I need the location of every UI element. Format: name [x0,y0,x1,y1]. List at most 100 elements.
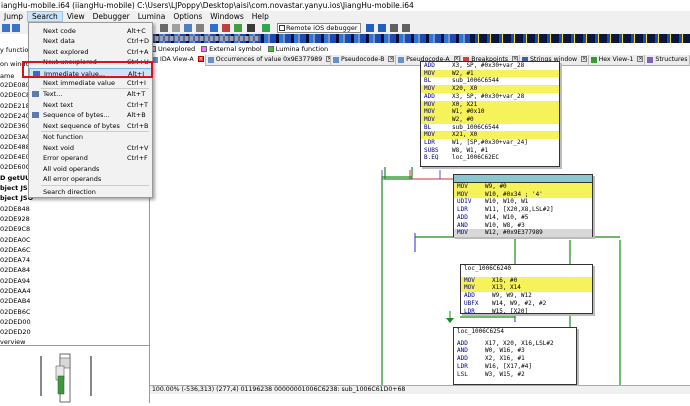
asm-line[interactable]: ADD X2, X16, #1 [454,355,576,363]
search-menu-item[interactable]: Search direction [29,187,152,197]
menu-view[interactable]: View [63,11,89,22]
function-list-item[interactable]: 02DEAA4 [0,287,31,295]
close-icon[interactable]: × [637,56,644,62]
asm-line[interactable]: MOV X21, X0 [421,131,559,140]
toolbar-tool-icon[interactable] [234,24,242,32]
graph-overview[interactable] [0,345,149,403]
function-list-item[interactable]: 02DE218 [0,102,30,110]
search-menu-item[interactable]: Next code Alt+C [29,26,152,36]
asm-line[interactable]: AND W0, W16, #3 [454,347,576,355]
forward-arrow-icon[interactable] [12,24,20,32]
back-arrow-icon[interactable] [2,24,10,32]
function-list-item[interactable]: 02DEAB4 [0,297,30,305]
function-list-item[interactable]: 02DE848 [0,205,30,213]
tab-hex-view[interactable]: Hex View-1 × [589,55,646,66]
toolbar-tool-icon[interactable] [402,24,410,32]
ida-graph-view[interactable]: ADD X3, SP, #0x30+var_28 MOV W2, #1 BL sub_10… [150,61,690,385]
close-icon[interactable]: × [581,56,588,62]
asm-line[interactable]: LDR W15, [X20] [461,308,592,316]
menu-search[interactable]: Search [27,11,63,22]
close-icon[interactable]: × [388,56,395,62]
function-list-item[interactable]: 02DE4E0 [0,153,30,161]
asm-line[interactable]: MOV W1, #0x10 [421,108,559,116]
function-name-column-header[interactable]: ame [0,72,14,80]
toolbar-tool-icon[interactable] [390,24,398,32]
search-menu-item[interactable]: Text... Alt+T [29,89,152,99]
asm-line[interactable]: ADD X3, SP, #0x30+var_28 [421,62,559,70]
asm-line[interactable]: MOV W9, #0 [454,183,592,191]
asm-line[interactable]: BL sub_1006C6544 [421,124,559,132]
function-list-item[interactable]: 02DEA74 [0,256,30,264]
asm-line[interactable]: MOV X16, #0 [461,276,592,285]
code-block[interactable]: ADD X3, SP, #0x30+var_28 MOV W2, #1 BL sub_10… [420,61,560,167]
function-list-item[interactable]: 02DE60C [0,163,30,171]
function-list-item[interactable]: 02DEA0C [0,236,31,244]
function-list-item[interactable]: 02DEA94 [0,277,30,285]
code-block[interactable]: MOV W9, #0 MOV W10, #0x34 ; '4' UDIV W10, W10… [453,174,593,237]
search-menu-item[interactable]: Sequence of bytes... Alt+B [29,110,152,120]
code-block[interactable]: loc_1006C6254 ADD X17, X20, X16,LSL#2 AND W0… [453,327,577,385]
function-list-item[interactable]: 02DE488 [0,143,30,151]
function-list-item[interactable]: 02DE360 [0,122,30,130]
search-menu-item[interactable]: Next immediate value Ctrl+I [29,78,152,88]
search-menu-item[interactable]: Next void Ctrl+V [29,143,152,153]
toolbar-tool-icon[interactable] [366,24,374,32]
toolbar-tool-icon[interactable] [247,24,255,32]
asm-line[interactable]: AND W10, W8, #3 [454,222,592,230]
search-menu-item[interactable]: Error operand Ctrl+F [29,153,152,163]
toolbar-tool-icon[interactable] [184,24,192,32]
asm-line[interactable]: ADD X17, X20, X16,LSL#2 [454,340,576,348]
code-block[interactable]: loc_1006C6240 MOV X16, #0 MOV X13, X14 ADD W9,… [460,264,593,316]
toolbar-tool-icon[interactable] [210,24,218,32]
asm-line[interactable]: LDR W11, [X20,X8,LSL#2] [454,206,592,214]
search-menu-item[interactable]: Not function [29,132,152,142]
function-list-item[interactable]: 02DE928 [0,215,30,223]
asm-line[interactable]: UDIV W10, W10, W1 [454,198,592,206]
function-list-item[interactable]: 02DEA84 [0,266,30,274]
function-list-item[interactable]: 02DEA6C [0,246,31,254]
function-list-item[interactable]: 02DED00 [0,318,31,326]
asm-line[interactable]: MOV W2, #1 [421,69,559,78]
play-icon[interactable] [262,24,270,32]
function-list-item[interactable]: 02DE9C8 [0,225,30,233]
search-menu-item[interactable]: Next sequence of bytes Ctrl+B [29,121,152,131]
asm-line[interactable]: MOV W12, #0x9E377989 [454,229,592,237]
menu-jump[interactable]: Jump [0,11,27,22]
function-list-item[interactable]: 02DE080 [0,81,30,89]
tab-structures[interactable]: Structures [645,55,690,66]
menu-debugger[interactable]: Debugger [89,11,134,22]
asm-line[interactable]: ADD W9, W9, W12 [461,292,592,300]
close-icon[interactable]: × [197,56,204,62]
asm-line[interactable]: UBFX W14, W9, #2, #2 [461,300,592,308]
function-list-item[interactable]: 02DED20 [0,328,31,336]
menu-lumina[interactable]: Lumina [134,11,170,22]
function-list-item[interactable]: 02DE0C8 [0,91,30,99]
menu-windows[interactable]: Windows [206,11,247,22]
search-menu-item[interactable]: Next text Ctrl+T [29,100,152,110]
function-list-item[interactable]: 02DEB6C [0,308,31,316]
search-menu-item[interactable]: All void operands [29,164,152,174]
asm-line[interactable]: MOV X0, X21 [421,100,559,109]
asm-line[interactable]: B.EQ loc_1006C62EC [421,154,559,162]
asm-line[interactable]: LDR W1, [SP,#0x30+var_24] [421,139,559,147]
tab-ida-view-a[interactable]: IDA View-A × [150,55,206,66]
asm-line[interactable]: MOV W10, #0x34 ; '4' [454,190,592,199]
menu-options[interactable]: Options [169,11,206,22]
search-menu-item[interactable]: Next explored Ctrl+A [29,47,152,57]
toolbar-tool-icon[interactable] [196,24,204,32]
asm-line[interactable]: BL sub_1006C6544 [421,77,559,85]
asm-line[interactable]: ADD W14, W10, #5 [454,214,592,222]
tab-pseudocode-b[interactable]: Pseudocode-B × [331,55,397,66]
asm-line[interactable]: MOV X13, X14 [461,284,592,293]
asm-line[interactable]: SUBS W8, W1, #1 [421,147,559,155]
asm-line[interactable]: MOV X20, X0 [421,85,559,93]
toolbar-tool-icon[interactable] [172,24,180,32]
menu-help[interactable]: Help [248,11,273,22]
debugger-select[interactable]: Remote iOS debugger [277,23,361,33]
function-list-item[interactable]: 02DE240 [0,112,30,120]
asm-line[interactable]: MOV W2, #0 [421,115,559,124]
asm-line[interactable]: LSL W3, W15, #2 [454,371,576,379]
asm-line[interactable]: LDR W16, [X17,#4] [454,363,576,371]
toolbar-tool-icon[interactable] [222,24,230,32]
toolbar-tool-icon[interactable] [378,24,386,32]
